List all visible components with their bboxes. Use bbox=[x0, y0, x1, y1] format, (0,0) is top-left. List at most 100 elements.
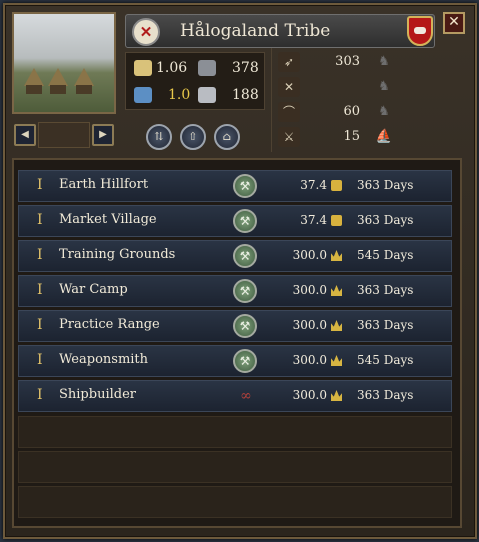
building-tier: I bbox=[37, 352, 43, 368]
levy-value: 60 bbox=[343, 104, 360, 119]
galley-icon: ⛵ bbox=[375, 129, 393, 144]
holding-navigation: ◀ ▶ bbox=[12, 122, 116, 148]
build-time: 363 Days bbox=[357, 213, 414, 227]
castle-icon bbox=[134, 87, 152, 103]
building-cost: 37.4 bbox=[300, 213, 327, 227]
gold-value: 1.06 bbox=[156, 60, 188, 76]
prestige-crown-icon bbox=[331, 250, 342, 261]
coat-of-arms-icon[interactable] bbox=[407, 16, 433, 46]
levy-panel: ➶ 303 ♞ ✕ ♞ ⌒ 60 ♞ ⚔ 15 ⛵ bbox=[271, 48, 463, 152]
building-row[interactable]: I Practice Range ⚒ 300.0 363 Days bbox=[18, 310, 452, 342]
build-hammer-icon[interactable]: ⚒ bbox=[233, 349, 257, 373]
build-time: 363 Days bbox=[357, 388, 414, 402]
prestige-crown-icon bbox=[331, 320, 342, 331]
prestige-crown-icon bbox=[331, 285, 342, 296]
build-hammer-icon[interactable]: ⚒ bbox=[233, 314, 257, 338]
raise-levy-button[interactable]: ⇅ bbox=[146, 124, 172, 150]
gold-icon bbox=[331, 180, 342, 191]
building-row[interactable]: I War Camp ⚒ 300.0 363 Days bbox=[18, 275, 452, 307]
build-menu-button[interactable]: ⌂ bbox=[214, 124, 240, 150]
build-hammer-icon[interactable]: ⚒ bbox=[233, 244, 257, 268]
horse-archer-icon: ♞ bbox=[378, 79, 390, 94]
build-time: 363 Days bbox=[357, 178, 414, 192]
building-row[interactable]: I Training Grounds ⚒ 300.0 545 Days bbox=[18, 240, 452, 272]
prestige-crown-icon bbox=[331, 355, 342, 366]
building-cost: 300.0 bbox=[292, 318, 327, 332]
next-holding-button[interactable]: ▶ bbox=[92, 124, 114, 146]
building-name: Shipbuilder bbox=[59, 387, 136, 402]
building-cost: 300.0 bbox=[292, 388, 327, 402]
building-tier: I bbox=[37, 247, 43, 263]
archer-icon: ➶ bbox=[278, 52, 300, 72]
knight-icon: ♞ bbox=[378, 104, 390, 119]
build-time: 363 Days bbox=[357, 318, 414, 332]
building-tier: I bbox=[37, 282, 43, 298]
hut-graphic bbox=[48, 68, 68, 86]
building-tier: I bbox=[37, 212, 43, 228]
building-name: Market Village bbox=[59, 212, 157, 227]
building-row[interactable]: I Weaponsmith ⚒ 300.0 545 Days bbox=[18, 345, 452, 377]
building-cost: 37.4 bbox=[300, 178, 327, 192]
empty-build-slot bbox=[18, 416, 452, 448]
sword-shield-icon: ⚔ bbox=[278, 127, 300, 147]
building-row[interactable]: I Market Village ⚒ 37.4 363 Days bbox=[18, 205, 452, 237]
building-row[interactable]: I Earth Hillfort ⚒ 37.4 363 Days bbox=[18, 170, 452, 202]
building-row[interactable]: I Shipbuilder ∞ 300.0 363 Days bbox=[18, 380, 452, 412]
build-hammer-icon[interactable]: ⚒ bbox=[233, 279, 257, 303]
holding-stats: 1.06 378 1.0 188 bbox=[125, 52, 265, 110]
build-hammer-icon[interactable]: ⚒ bbox=[233, 174, 257, 198]
locked-chain-icon: ∞ bbox=[240, 388, 252, 404]
building-cost: 300.0 bbox=[292, 353, 327, 367]
hut-graphic bbox=[74, 68, 94, 86]
upgrade-button[interactable]: ⇧ bbox=[180, 124, 206, 150]
build-hammer-icon[interactable]: ⚒ bbox=[233, 209, 257, 233]
levy-value: 303 bbox=[335, 54, 360, 69]
levy-row-heavy-infantry: ⚔ 15 ⛵ bbox=[272, 125, 464, 149]
building-tier: I bbox=[37, 317, 43, 333]
close-button[interactable]: ✕ bbox=[443, 12, 465, 34]
fort-value: 188 bbox=[232, 87, 259, 103]
gold-coins-icon bbox=[134, 60, 152, 76]
empty-build-slot bbox=[18, 486, 452, 518]
fort-level-stat: 1.0 bbox=[134, 84, 194, 106]
building-tier: I bbox=[37, 387, 43, 403]
build-time: 545 Days bbox=[357, 353, 414, 367]
garrison-icon bbox=[198, 60, 216, 76]
holding-portrait bbox=[12, 12, 116, 114]
hut-base bbox=[76, 85, 92, 94]
levy-row-light-infantry: ➶ 303 ♞ bbox=[272, 50, 464, 74]
building-name: War Camp bbox=[59, 282, 128, 297]
building-name: Practice Range bbox=[59, 317, 160, 332]
building-cost: 300.0 bbox=[292, 283, 327, 297]
gold-stat: 1.06 bbox=[134, 57, 194, 79]
levy-value: 15 bbox=[343, 129, 360, 144]
holding-title: Hålogaland Tribe bbox=[180, 21, 331, 41]
crossed-spears-icon: ✕ bbox=[278, 77, 300, 97]
previous-holding-button[interactable]: ◀ bbox=[14, 124, 36, 146]
hut-base bbox=[50, 85, 66, 94]
building-name: Training Grounds bbox=[59, 247, 176, 262]
building-cost: 300.0 bbox=[292, 248, 327, 262]
prestige-crown-icon bbox=[331, 390, 342, 401]
horse-icon: ♞ bbox=[378, 54, 390, 69]
building-name: Earth Hillfort bbox=[59, 177, 149, 192]
fort-level-value: 1.0 bbox=[168, 87, 191, 103]
levy-row-pikemen: ✕ ♞ bbox=[272, 75, 464, 99]
tower-icon bbox=[198, 87, 216, 103]
fort-stat: 188 bbox=[198, 84, 260, 106]
build-time: 545 Days bbox=[357, 248, 414, 262]
hut-graphic bbox=[24, 68, 44, 86]
garrison-stat: 378 bbox=[198, 57, 260, 79]
empty-build-slot bbox=[18, 451, 452, 483]
holding-selector-slot bbox=[38, 122, 90, 148]
hut-base bbox=[26, 85, 42, 94]
bow-icon: ⌒ bbox=[278, 102, 300, 122]
build-time: 363 Days bbox=[357, 283, 414, 297]
building-name: Weaponsmith bbox=[59, 352, 149, 367]
garrison-value: 378 bbox=[232, 60, 259, 76]
gold-icon bbox=[331, 215, 342, 226]
levy-row-archers: ⌒ 60 ♞ bbox=[272, 100, 464, 124]
building-tier: I bbox=[37, 177, 43, 193]
title-bar: ✕ Hålogaland Tribe bbox=[125, 14, 435, 48]
crossed-axes-icon: ✕ bbox=[132, 18, 160, 46]
